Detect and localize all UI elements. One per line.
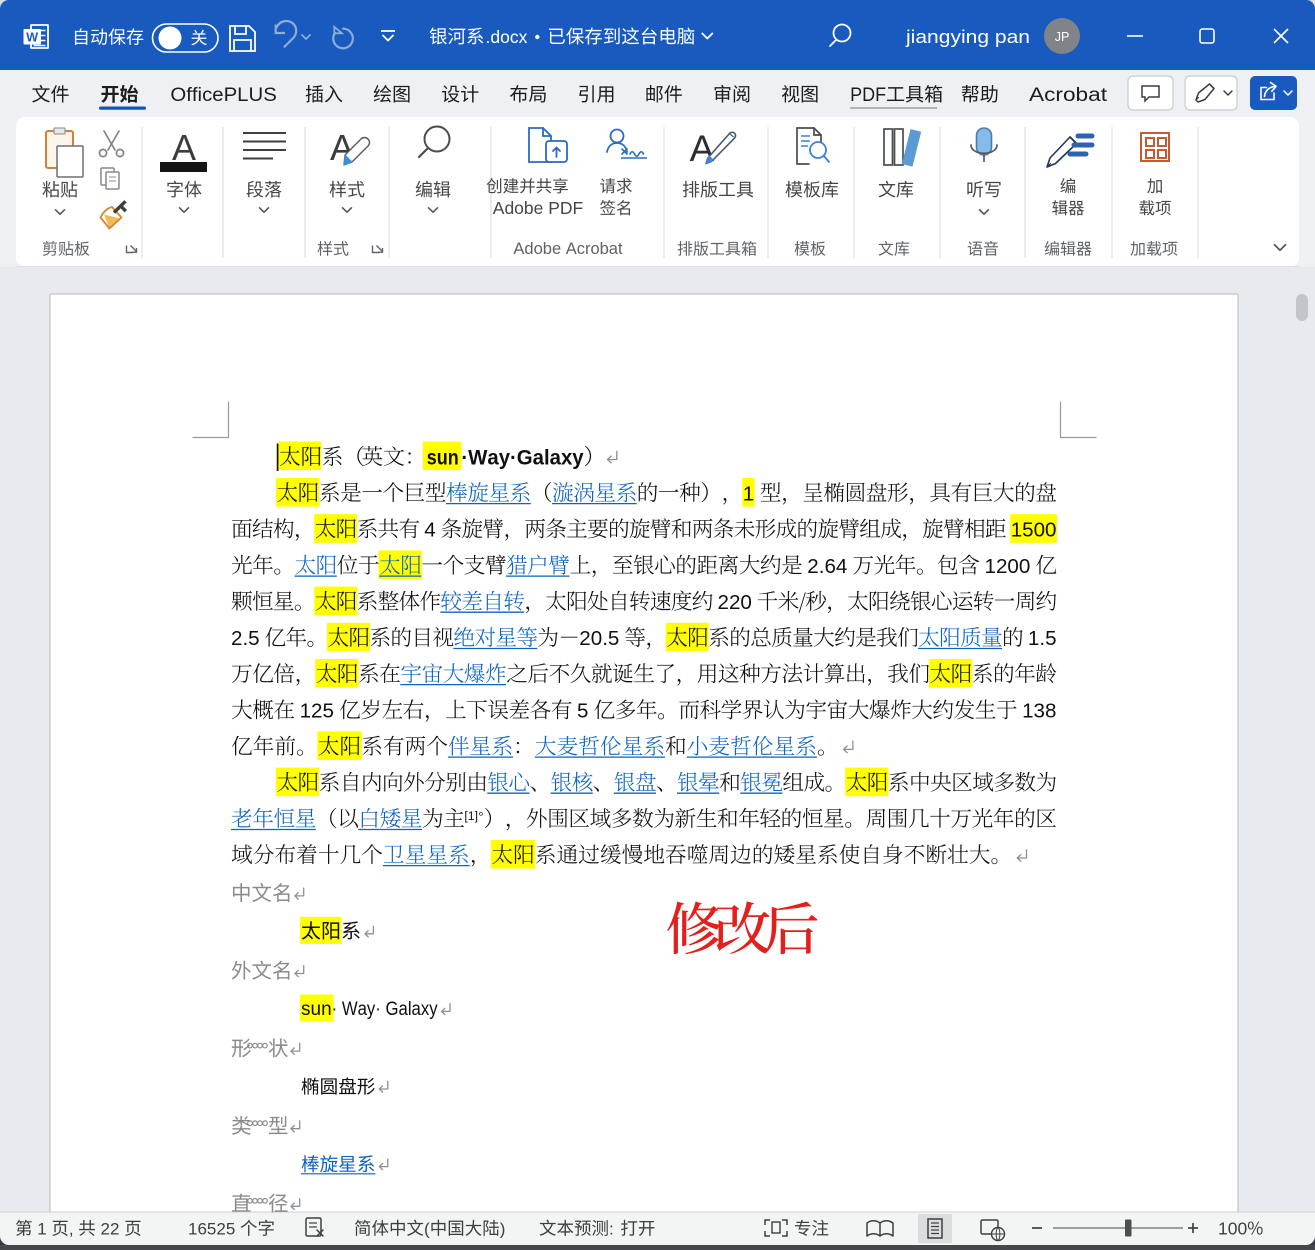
svg-text:20.5: 20.5 <box>579 627 619 650</box>
svg-text:°: ° <box>478 809 483 824</box>
svg-text:): ) <box>500 1220 506 1239</box>
svg-text:1: 1 <box>743 482 754 505</box>
svg-text:jiangying pan: jiangying pan <box>905 26 1030 47</box>
svg-text:,: , <box>69 1220 78 1239</box>
svg-text:1200: 1200 <box>985 555 1031 578</box>
svg-text:2.5: 2.5 <box>231 627 260 650</box>
svg-text:125: 125 <box>300 700 334 723</box>
svg-text:2.64: 2.64 <box>807 555 847 578</box>
svg-text:(: ( <box>424 1220 430 1239</box>
svg-text:Adobe Acrobat: Adobe Acrobat <box>513 240 623 258</box>
svg-text:1: 1 <box>33 1220 52 1239</box>
svg-text:Acrobat: Acrobat <box>1029 85 1108 106</box>
svg-text:100: 100 <box>1218 1219 1247 1239</box>
svg-text:16525: 16525 <box>188 1220 240 1239</box>
svg-text::: : <box>609 1220 618 1239</box>
svg-text:4: 4 <box>424 519 435 542</box>
svg-text:138: 138 <box>1022 700 1056 723</box>
svg-text:[1]: [1] <box>464 809 478 823</box>
svg-text:OfficePLUS: OfficePLUS <box>170 85 276 106</box>
svg-text:22: 22 <box>96 1220 124 1239</box>
svg-text:5: 5 <box>577 700 588 723</box>
svg-text:·Way·Galaxy: ·Way·Galaxy <box>461 445 583 469</box>
svg-text:JP: JP <box>1055 30 1070 44</box>
svg-text:A: A <box>690 128 715 169</box>
svg-text:sun: sun <box>427 445 459 469</box>
svg-text:Adobe PDF: Adobe PDF <box>493 198 583 218</box>
svg-text:· Way· Galaxy: · Way· Galaxy <box>332 999 438 1020</box>
svg-text:.docx: .docx <box>486 27 528 47</box>
svg-text:sun: sun <box>301 999 332 1020</box>
svg-text:W: W <box>26 31 38 45</box>
svg-text:220: 220 <box>718 591 752 614</box>
svg-text:A: A <box>172 127 196 168</box>
svg-text:1.5: 1.5 <box>1028 627 1057 650</box>
svg-text:1500: 1500 <box>1011 519 1057 542</box>
svg-text:PDF: PDF <box>850 85 886 106</box>
